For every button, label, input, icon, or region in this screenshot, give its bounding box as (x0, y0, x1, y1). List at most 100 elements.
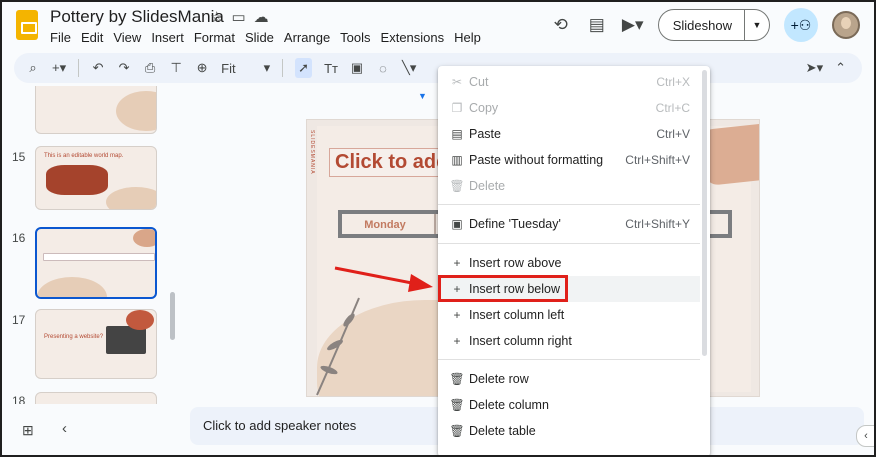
thumb-decoration (126, 310, 154, 330)
menu-item-label: Paste (469, 127, 501, 141)
slide-thumbnail-16[interactable] (35, 227, 157, 299)
menu-item-shortcut: Ctrl+Shift+Y (625, 217, 690, 231)
line-icon[interactable]: ╲▾ (402, 60, 416, 76)
menu-format[interactable]: Format (194, 29, 235, 46)
plus-icon: + (453, 308, 461, 322)
menu-tools[interactable]: Tools (340, 29, 370, 46)
side-panel-toggle-icon[interactable]: ‹ (856, 425, 876, 447)
chevron-left-icon[interactable]: ‹ (62, 420, 67, 437)
cursor-mode-icon[interactable]: ➤▾ (806, 60, 823, 76)
meet-icon[interactable]: ▶▾ (622, 14, 644, 36)
move-folder-icon[interactable]: ▭ (231, 8, 245, 26)
menu-insert[interactable]: Insert (151, 29, 184, 46)
chevron-down-icon[interactable]: ▼ (745, 20, 769, 30)
menu-extensions[interactable]: Extensions (381, 29, 445, 46)
menu-item-label: Insert column left (469, 308, 565, 322)
menu-file[interactable]: File (50, 29, 71, 46)
table-cell[interactable]: Monday (352, 216, 418, 234)
thumb-title: This is an editable world map. (44, 153, 124, 159)
cloud-saved-icon[interactable]: ☁ (254, 8, 269, 26)
title-placeholder[interactable]: Click to add (329, 148, 455, 177)
collapse-toolbar-icon[interactable]: ⌃ (835, 60, 846, 76)
thumb-decoration (133, 229, 155, 247)
menu-item-shortcut: Ctrl+C (655, 101, 690, 115)
slides-logo-icon[interactable] (16, 10, 38, 40)
text-box-icon[interactable]: Tт (324, 61, 338, 76)
zoom-select[interactable]: Fit ▾ (221, 60, 270, 76)
filmstrip-scrollbar[interactable] (170, 292, 175, 340)
thumb-table (43, 253, 155, 261)
thumb-decoration (116, 91, 156, 131)
share-icon[interactable]: +⚇ (784, 8, 818, 42)
menu-item-label: Define 'Tuesday' (469, 217, 561, 231)
history-icon[interactable]: ⟲ (550, 14, 572, 36)
new-slide-icon[interactable]: +▾ (52, 60, 66, 76)
image-icon[interactable]: ▣ (350, 60, 364, 76)
menu-item-delete[interactable]: 🗑 Delete (438, 173, 700, 199)
menu-item-define[interactable]: ▣ Define 'Tuesday' Ctrl+Shift+Y (438, 211, 700, 237)
menu-item-insert-column-right[interactable]: + Insert column right (438, 328, 700, 354)
slide-thumbnail-17[interactable]: Presenting a website? (35, 309, 157, 379)
slide-thumbnail-18[interactable] (35, 392, 157, 404)
trash-icon: 🗑 (449, 424, 465, 438)
menu-item-insert-column-left[interactable]: + Insert column left (438, 302, 700, 328)
menu-arrange[interactable]: Arrange (284, 29, 330, 46)
menu-item-shortcut: Ctrl+Shift+V (625, 153, 690, 167)
book-icon: ▣ (451, 217, 463, 231)
slide-number-15: 15 (12, 150, 26, 164)
app-header: Pottery by SlidesMania ☆ ▭ ☁ File Edit V… (0, 0, 876, 52)
grid-view-icon[interactable]: ⊞ (22, 422, 34, 439)
chevron-down-icon: ▾ (263, 60, 271, 75)
menu-view[interactable]: View (113, 29, 141, 46)
slide-number-18: 18 (12, 394, 26, 404)
world-map-shape (46, 165, 108, 195)
menu-item-delete-row[interactable]: 🗑 Delete row (438, 366, 700, 392)
document-title[interactable]: Pottery by SlidesMania (50, 7, 224, 27)
thumb-decoration (106, 187, 156, 209)
search-icon[interactable]: ⌕ (26, 60, 40, 76)
menu-item-label: Delete row (469, 372, 529, 386)
zoom-value: Fit (221, 60, 236, 76)
menu-item-copy[interactable]: ❐ Copy Ctrl+C (438, 95, 700, 121)
menu-item-paste-without-formatting[interactable]: ▥ Paste without formatting Ctrl+Shift+V (438, 147, 700, 173)
menu-item-label: Delete (469, 179, 506, 193)
menu-edit[interactable]: Edit (81, 29, 103, 46)
menu-item-delete-table[interactable]: 🗑 Delete table (438, 418, 700, 444)
trash-icon: 🗑 (449, 179, 465, 193)
avatar[interactable] (832, 11, 860, 39)
menu-item-paste[interactable]: ▤ Paste Ctrl+V (438, 121, 700, 147)
star-icon[interactable]: ☆ (210, 8, 223, 26)
plus-icon: + (453, 334, 461, 348)
paint-format-icon[interactable]: ⊤ (169, 60, 183, 76)
slide-number-16: 16 (12, 231, 26, 245)
zoom-icon[interactable]: ⊕ (195, 60, 209, 76)
menu-item-cut[interactable]: ✂ Cut Ctrl+X (438, 69, 700, 95)
column-divider (434, 214, 436, 234)
print-icon[interactable]: ⎙ (143, 60, 157, 76)
slide-thumbnail-14[interactable] (35, 86, 157, 134)
menu-help[interactable]: Help (454, 29, 481, 46)
menu-item-delete-column[interactable]: 🗑 Delete column (438, 392, 700, 418)
scissors-icon: ✂ (451, 75, 463, 89)
menu-item-label: Cut (469, 75, 489, 89)
copy-icon: ❐ (451, 101, 463, 115)
shape-icon[interactable]: ◌ (376, 61, 390, 76)
indent-marker-icon[interactable]: ▼ (418, 91, 427, 101)
trash-icon: 🗑 (449, 372, 465, 386)
comments-icon[interactable]: ▤ (586, 14, 608, 36)
menu-item-insert-row-above[interactable]: + Insert row above (438, 250, 700, 276)
menu-scrollbar[interactable] (702, 70, 707, 356)
undo-icon[interactable]: ↶ (91, 60, 105, 76)
thumb-title: Presenting a website? (44, 334, 104, 340)
divider (78, 59, 80, 77)
slideshow-label[interactable]: Slideshow (659, 10, 745, 40)
redo-icon[interactable]: ↷ (117, 60, 131, 76)
header-actions: ⟲ ▤ ▶▾ Slideshow ▼ +⚇ (550, 8, 860, 42)
filmstrip: 15 This is an editable world map. 16 17 … (0, 86, 180, 404)
slide-thumbnail-15[interactable]: This is an editable world map. (35, 146, 157, 210)
highlight-box-annotation (438, 275, 568, 302)
select-icon[interactable]: ➚ (295, 58, 313, 78)
slideshow-button[interactable]: Slideshow ▼ (657, 9, 770, 41)
menu-slide[interactable]: Slide (245, 29, 274, 46)
context-menu: ✂ Cut Ctrl+X ❐ Copy Ctrl+C ▤ Paste Ctrl+… (438, 66, 710, 457)
